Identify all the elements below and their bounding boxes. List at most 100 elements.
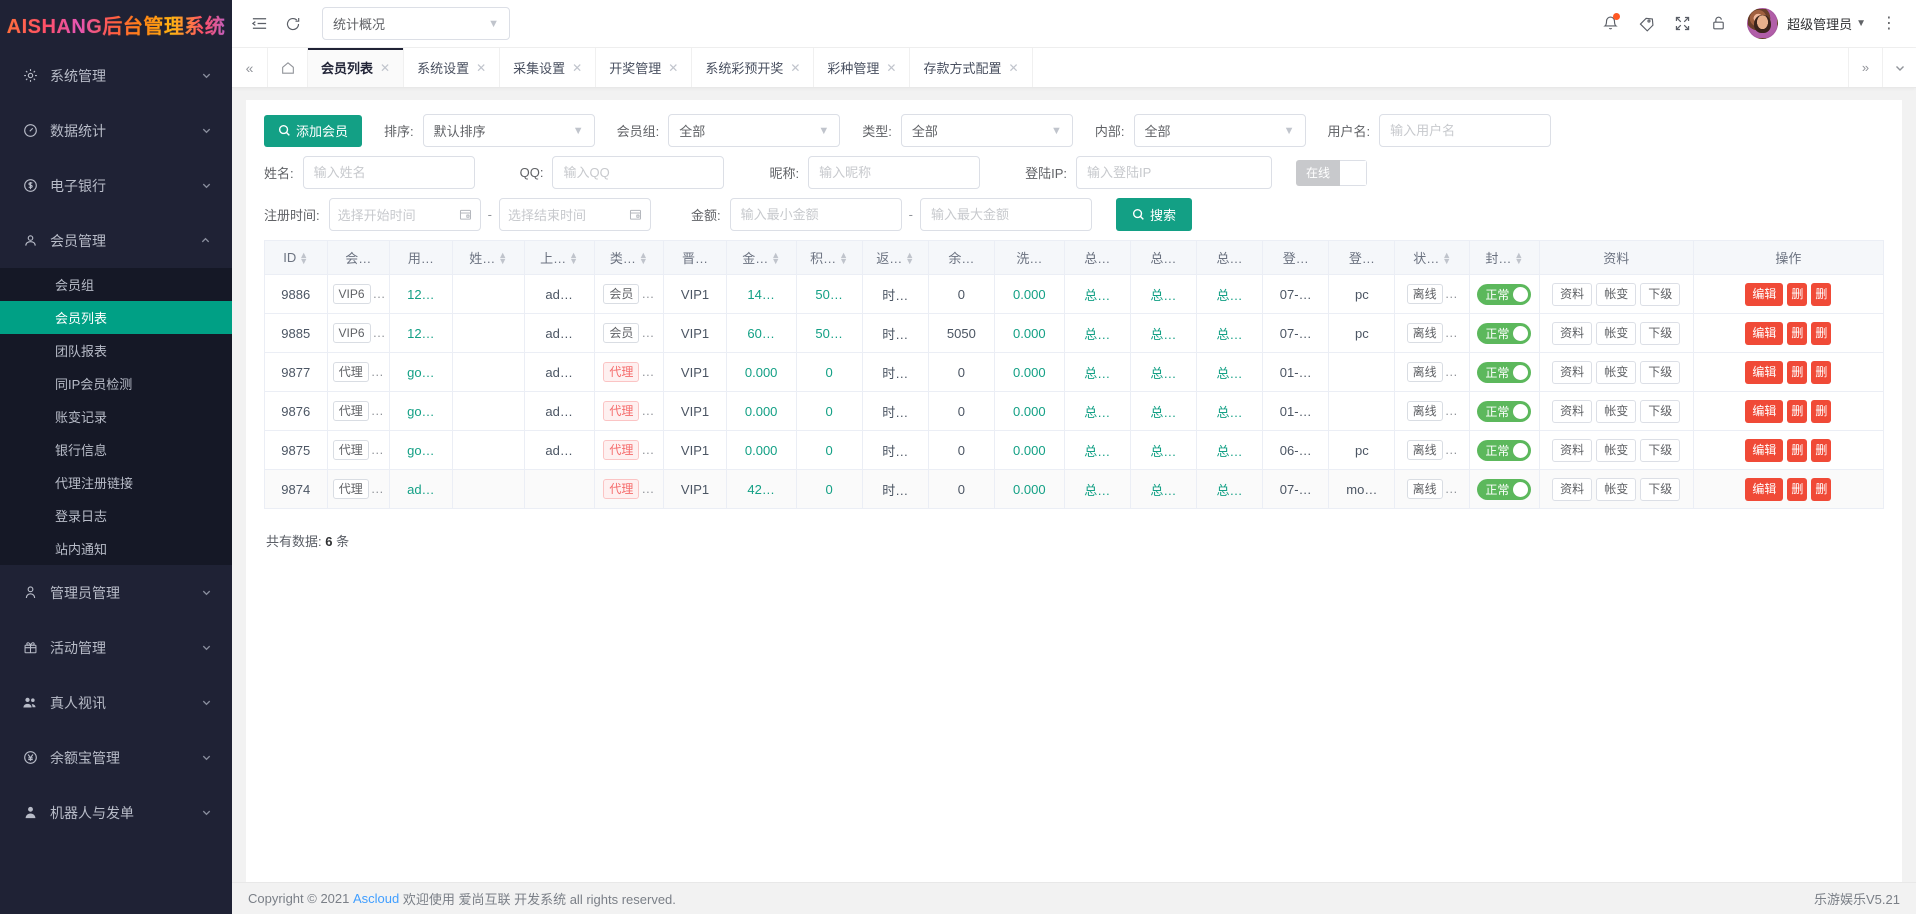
sidebar-item-agent-link[interactable]: 代理注册链接 [0,466,232,499]
min-amount-input-wrap[interactable] [730,198,902,231]
max-amount-input[interactable] [931,207,1081,222]
more-vertical-icon[interactable]: ⋮ [1876,9,1902,39]
profile-button-1[interactable]: 帐变 [1596,283,1636,306]
column-header-login-time[interactable]: 登… [1263,241,1329,275]
profile-button-1[interactable]: 帐变 [1596,361,1636,384]
column-header-status[interactable]: 状…▲▼ [1395,241,1470,275]
cell-username[interactable]: ad… [390,470,453,509]
sort-icon[interactable]: ▲▼ [1442,252,1451,264]
user-menu[interactable]: 超级管理员 ▼ [1787,14,1866,33]
profile-button-2[interactable]: 下级 [1640,283,1680,306]
nickname-input-wrap[interactable] [808,156,980,189]
cell-block-state[interactable]: 正常 [1469,275,1539,314]
column-header-parent[interactable]: 上…▲▼ [524,241,594,275]
operation-button-0[interactable]: 编辑 [1745,283,1783,306]
sidebar-item-site-notice[interactable]: 站内通知 [0,532,232,565]
logo[interactable]: AISHANG后台管理系统 [0,0,232,48]
bell-icon[interactable] [1593,7,1627,41]
sidebar-item-member-list[interactable]: 会员列表 [0,301,232,334]
tab-deposit-config[interactable]: 存款方式配置 ✕ [910,48,1032,87]
profile-button-0[interactable]: 资料 [1552,322,1592,345]
sidebar-item-team-report[interactable]: 团队报表 [0,334,232,367]
tabs-scroll-left-button[interactable]: « [232,48,268,87]
profile-button-2[interactable]: 下级 [1640,400,1680,423]
login-ip-input-wrap[interactable] [1076,156,1272,189]
tab-lottery-management[interactable]: 彩种管理 ✕ [814,48,910,87]
block-state-toggle[interactable]: 正常 [1477,284,1531,305]
refresh-icon[interactable] [276,7,310,41]
sidebar-item-stats[interactable]: 数据统计 [0,103,232,158]
profile-button-1[interactable]: 帐变 [1596,478,1636,501]
member-group-select[interactable]: 全部 ▼ [668,114,840,147]
close-icon[interactable]: ✕ [1008,62,1018,74]
name-input[interactable] [314,165,464,180]
tab-member-list[interactable]: 会员列表 ✕ [308,48,404,87]
sort-icon[interactable]: ▲▼ [498,252,507,264]
cell-block-state[interactable]: 正常 [1469,314,1539,353]
column-header-amount[interactable]: 金…▲▼ [726,241,796,275]
sidebar-item-bank-info[interactable]: 银行信息 [0,433,232,466]
sidebar-item-ebank[interactable]: 电子银行 [0,158,232,213]
operation-button-2[interactable]: 删 [1811,478,1831,501]
sort-icon[interactable]: ▲▼ [905,252,914,264]
sidebar-item-yuebao[interactable]: 余额宝管理 [0,730,232,785]
column-header-username[interactable]: 用… [390,241,453,275]
sidebar-item-system[interactable]: 系统管理 [0,48,232,103]
column-header-total2[interactable]: 总… [1130,241,1196,275]
close-icon[interactable]: ✕ [886,62,896,74]
lock-icon[interactable] [1701,7,1735,41]
column-header-rebate[interactable]: 返…▲▼ [862,241,928,275]
block-state-toggle[interactable]: 正常 [1477,440,1531,461]
cell-operations[interactable]: 编辑删删 [1693,314,1883,353]
operation-button-2[interactable]: 删 [1811,400,1831,423]
cell-operations[interactable]: 编辑删删 [1693,275,1883,314]
operation-button-1[interactable]: 删 [1787,361,1807,384]
max-amount-input-wrap[interactable] [920,198,1092,231]
online-switch[interactable]: 在线 [1296,160,1367,186]
table-row[interactable]: 9885VIP6…12… ad…会员…VIP160…50…时…50500.000… [265,314,1884,353]
tag-icon[interactable] [1629,7,1663,41]
avatar[interactable] [1747,8,1778,39]
online-switch-knob[interactable] [1340,160,1367,186]
sort-icon[interactable]: ▲▼ [1514,252,1523,264]
tab-collection-settings[interactable]: 采集设置 ✕ [500,48,596,87]
start-date-input[interactable]: 选择开始时间 [329,198,481,231]
quick-nav-select[interactable]: 统计概况 ▼ [322,7,510,40]
sidebar-item-account-log[interactable]: 账变记录 [0,400,232,433]
sidebar-item-live[interactable]: 真人视讯 [0,675,232,730]
sort-icon[interactable]: ▲▼ [839,252,848,264]
column-header-name[interactable]: 姓…▲▼ [452,241,524,275]
username-input[interactable] [1390,123,1540,138]
table-row[interactable]: 9886VIP6…12… ad…会员…VIP114…50…时…00.000总…总… [265,275,1884,314]
column-header-wash[interactable]: 洗… [994,241,1064,275]
cell-block-state[interactable]: 正常 [1469,431,1539,470]
menu-collapse-icon[interactable] [242,7,276,41]
cell-username[interactable]: 12… [390,275,453,314]
block-state-toggle[interactable]: 正常 [1477,479,1531,500]
type-select[interactable]: 全部 ▼ [901,114,1073,147]
table-row[interactable]: 9874代理…ad… 代理…VIP142…0时…00.000总…总…总…07-…… [265,470,1884,509]
operation-button-2[interactable]: 删 [1811,439,1831,462]
block-state-toggle[interactable]: 正常 [1477,362,1531,383]
cell-operations[interactable]: 编辑删删 [1693,470,1883,509]
home-icon[interactable] [268,48,308,87]
profile-button-1[interactable]: 帐变 [1596,400,1636,423]
internal-select[interactable]: 全部 ▼ [1134,114,1306,147]
column-header-login-device[interactable]: 登… [1329,241,1395,275]
operation-button-1[interactable]: 删 [1787,400,1807,423]
sidebar-item-login-log[interactable]: 登录日志 [0,499,232,532]
column-header-points[interactable]: 积…▲▼ [796,241,862,275]
cell-profile-actions[interactable]: 资料帐变下级 [1539,392,1693,431]
block-state-toggle[interactable]: 正常 [1477,401,1531,422]
cell-username[interactable]: 12… [390,314,453,353]
column-header-block[interactable]: 封…▲▼ [1469,241,1539,275]
profile-button-2[interactable]: 下级 [1640,478,1680,501]
tab-system-settings[interactable]: 系统设置 ✕ [404,48,500,87]
cell-username[interactable]: go… [390,431,453,470]
sidebar-item-same-ip[interactable]: 同IP会员检测 [0,367,232,400]
sidebar-item-member-group[interactable]: 会员组 [0,268,232,301]
cell-profile-actions[interactable]: 资料帐变下级 [1539,314,1693,353]
search-button[interactable]: 搜索 [1116,198,1192,231]
cell-block-state[interactable]: 正常 [1469,392,1539,431]
close-icon[interactable]: ✕ [476,62,486,74]
